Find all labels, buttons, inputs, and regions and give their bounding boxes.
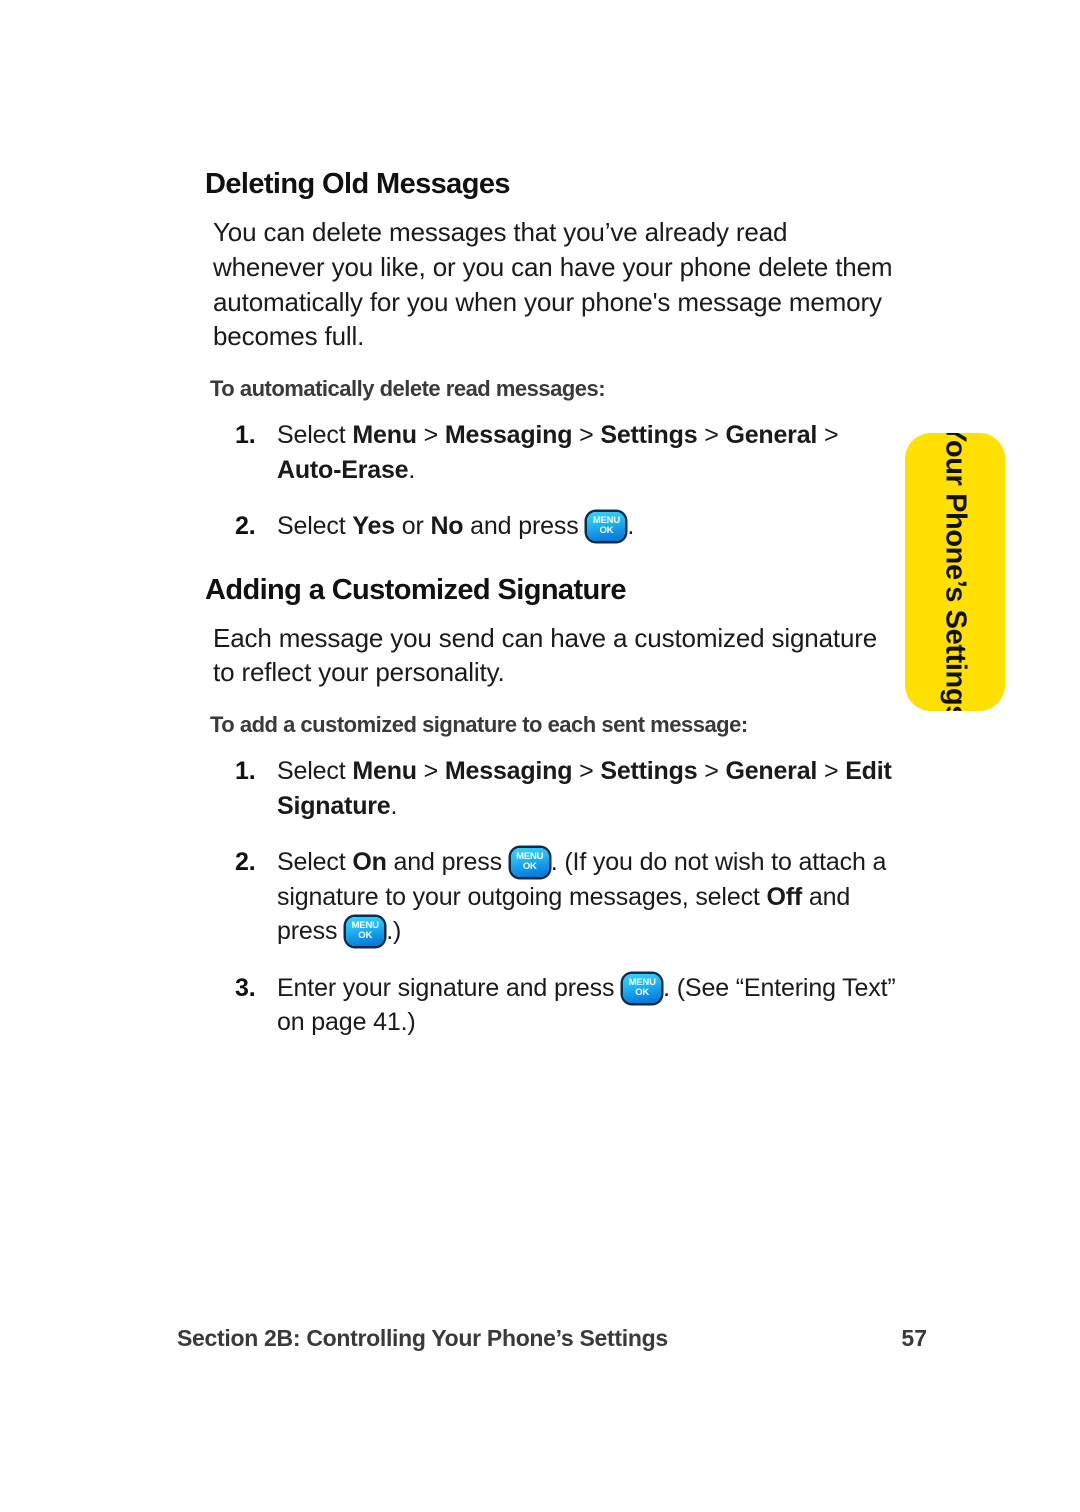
step-emphasis: Auto-Erase [277,455,409,484]
step-item: 2. Select On and press MENU OK. (If you do… [205,845,905,949]
section-adding-customized-signature: Adding a Customized Signature Each messa… [205,574,905,1040]
step-emphasis: Menu [352,757,417,786]
step-emphasis: Messaging [444,421,573,450]
menu-ok-key-bottom-label: OK [635,986,650,998]
step-emphasis: General [725,421,818,450]
step-item: 3. Enter your signature and press MENU OK.… [205,971,905,1040]
step-emphasis: Settings [600,757,698,786]
step-emphasis: Menu [352,421,417,450]
step-item: 1. Select Menu > Messaging > Settings > G… [205,418,905,487]
menu-ok-key-icon: MENU OK [587,512,626,542]
menu-ok-key-icon: MENU OK [510,848,549,878]
section-subheading: To add a customized signature to each se… [210,712,748,738]
step-text: Select Menu > Messaging > Settings > Gen… [277,757,892,820]
page-content: Deleting Old Messages You can delete mes… [205,168,905,1040]
footer-section-title: Section 2B: Controlling Your Phone’s Set… [177,1325,668,1351]
page-footer: Section 2B: Controlling Your Phone’s Set… [177,1325,927,1352]
step-text: Select On and press MENU OK. (If you do n… [277,848,887,947]
step-number: 2. [235,512,256,541]
section-subheading: To automatically delete read messages: [210,375,606,401]
footer-page-number: 57 [901,1325,927,1351]
step-text: Select Yes or No and press MENU OK. [277,512,635,542]
step-list: 1. Select Menu > Messaging > Settings > G… [205,418,905,544]
step-number: 3. [235,973,256,1002]
menu-ok-key-icon: MENU OK [623,973,662,1003]
step-text: Enter your signature and press MENU OK. (… [277,973,896,1037]
step-list: 1. Select Menu > Messaging > Settings > G… [205,754,905,1040]
section-paragraph: Each message you send can have a customi… [213,622,878,688]
step-emphasis: General [725,757,818,786]
step-number: 1. [235,421,256,450]
step-text: Select Menu > Messaging > Settings > Gen… [277,421,839,484]
step-emphasis: Yes [352,512,395,541]
menu-ok-key-bottom-label: OK [358,930,373,942]
step-item: 1. Select Menu > Messaging > Settings > G… [205,754,905,823]
menu-ok-key-bottom-label: OK [522,861,537,873]
side-tab-your-phones-settings: Your Phone’s Settings [905,433,1005,711]
step-number: 1. [235,757,256,786]
menu-ok-key-bottom-label: OK [599,525,614,537]
menu-ok-key-icon: MENU OK [346,917,385,947]
section-heading: Adding a Customized Signature [205,573,626,606]
section-heading: Deleting Old Messages [205,168,510,200]
step-emphasis: No [430,512,464,541]
step-emphasis: Messaging [444,757,573,786]
step-emphasis: Settings [600,421,698,450]
side-tab-label: Your Phone’s Settings [939,433,972,711]
section-deleting-old-messages: Deleting Old Messages You can delete mes… [205,168,905,544]
step-item: 2. Select Yes or No and press MENU OK. [205,509,905,544]
manual-page: Your Phone’s Settings Deleting Old Messa… [0,0,1080,1512]
step-emphasis: On [352,848,387,877]
step-emphasis: Off [766,882,803,911]
step-number: 2. [235,848,256,877]
section-paragraph: You can delete messages that you’ve alre… [213,217,893,352]
